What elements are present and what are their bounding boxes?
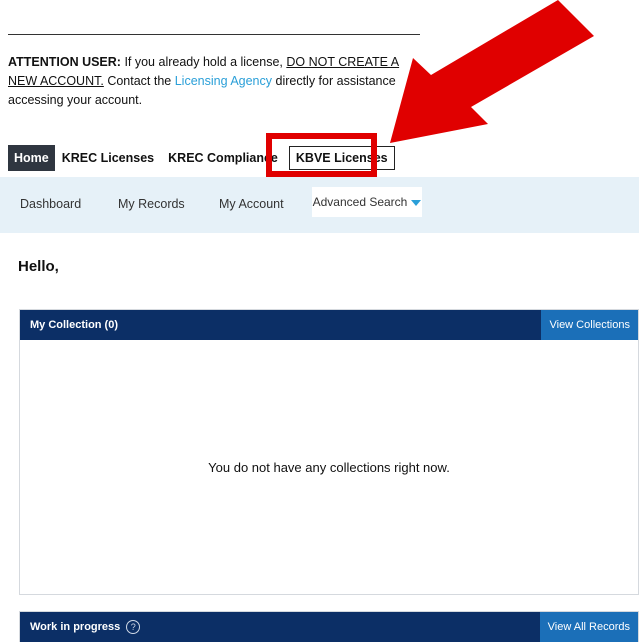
my-collection-header: My Collection (0) View Collections <box>20 310 638 340</box>
collection-empty-message: You do not have any collections right no… <box>208 459 450 475</box>
my-collection-panel: My Collection (0) View Collections You d… <box>19 309 639 595</box>
licensing-agency-link[interactable]: Licensing Agency <box>175 74 272 88</box>
sub-navigation: Dashboard My Records My Account Advanced… <box>0 177 639 233</box>
attention-notice: ATTENTION USER: If you already hold a li… <box>8 53 428 110</box>
tab-krec-licenses[interactable]: KREC Licenses <box>55 145 161 171</box>
tab-home[interactable]: Home <box>8 145 55 171</box>
tab-kbve-licenses[interactable]: KBVE Licenses <box>288 146 395 170</box>
chevron-down-icon <box>411 200 422 206</box>
work-in-progress-header: Work in progress ? View All Records <box>20 612 638 642</box>
greeting: Hello, <box>18 258 59 275</box>
advanced-search-dropdown[interactable]: Advanced Search <box>312 187 422 217</box>
tab-krec-compliance[interactable]: KREC Compliance <box>161 145 285 171</box>
nav-my-records[interactable]: My Records <box>118 197 185 211</box>
view-collections-button[interactable]: View Collections <box>541 310 638 340</box>
my-collection-title: My Collection (0) <box>30 319 119 331</box>
work-in-progress-title: Work in progress <box>30 621 121 633</box>
attention-text-1: If you already hold a license, <box>120 55 287 69</box>
advanced-search-label: Advanced Search <box>312 195 408 209</box>
attention-text-2: Contact the <box>103 74 175 88</box>
nav-my-account[interactable]: My Account <box>219 197 284 211</box>
help-icon[interactable]: ? <box>126 620 141 634</box>
nav-dashboard[interactable]: Dashboard <box>20 197 81 211</box>
divider-line <box>8 34 420 35</box>
attention-lead: ATTENTION USER: <box>8 55 121 69</box>
top-tabs: Home KREC Licenses KREC Compliance KBVE … <box>8 144 395 172</box>
work-in-progress-panel: Work in progress ? View All Records <box>19 611 639 642</box>
view-all-records-button[interactable]: View All Records <box>539 612 638 642</box>
